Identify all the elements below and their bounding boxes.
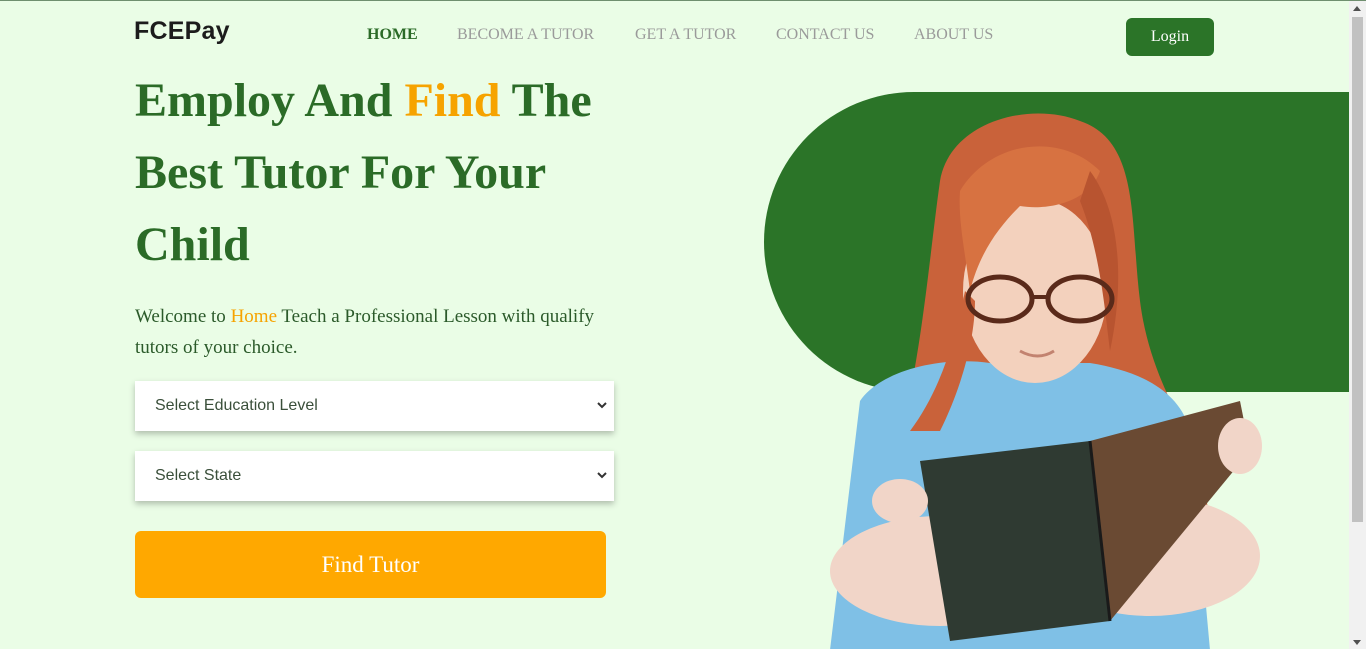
hero-subtitle: Welcome to Home Teach a Professional Les… <box>135 301 605 363</box>
chevron-down-icon <box>597 472 607 479</box>
education-level-value: Select Education Level <box>155 397 318 414</box>
nav-item-about-us[interactable]: ABOUT US <box>914 26 993 44</box>
hero-title-accent: Find <box>404 74 501 127</box>
page: FCEPay HOME BECOME A TUTOR GET A TUTOR C… <box>0 0 1366 649</box>
chevron-down-icon <box>597 402 607 409</box>
find-tutor-button[interactable]: Find Tutor <box>135 531 606 598</box>
scroll-down-icon[interactable] <box>1353 640 1361 645</box>
nav-item-become-a-tutor[interactable]: BECOME A TUTOR <box>457 26 594 44</box>
login-button[interactable]: Login <box>1126 18 1214 56</box>
state-select[interactable]: Select State <box>135 451 614 501</box>
hero-title: Employ And Find The Best Tutor For Your … <box>135 65 655 281</box>
nav-item-contact-us[interactable]: CONTACT US <box>776 26 874 44</box>
scroll-up-icon[interactable] <box>1353 6 1361 11</box>
hero-girl-reading-image <box>830 113 1262 649</box>
hero-subtitle-part1: Welcome to <box>135 306 231 327</box>
education-level-select[interactable]: Select Education Level <box>135 381 614 431</box>
state-value: Select State <box>155 467 242 484</box>
page-scrollbar[interactable] <box>1349 1 1366 649</box>
scrollbar-thumb[interactable] <box>1352 17 1363 522</box>
nav-item-home[interactable]: HOME <box>367 26 418 44</box>
nav-item-get-a-tutor[interactable]: GET A TUTOR <box>635 26 736 44</box>
hero-subtitle-accent: Home <box>230 306 277 327</box>
brand-logo[interactable]: FCEPay <box>134 17 230 46</box>
hero-title-part1: Employ And <box>135 74 405 127</box>
